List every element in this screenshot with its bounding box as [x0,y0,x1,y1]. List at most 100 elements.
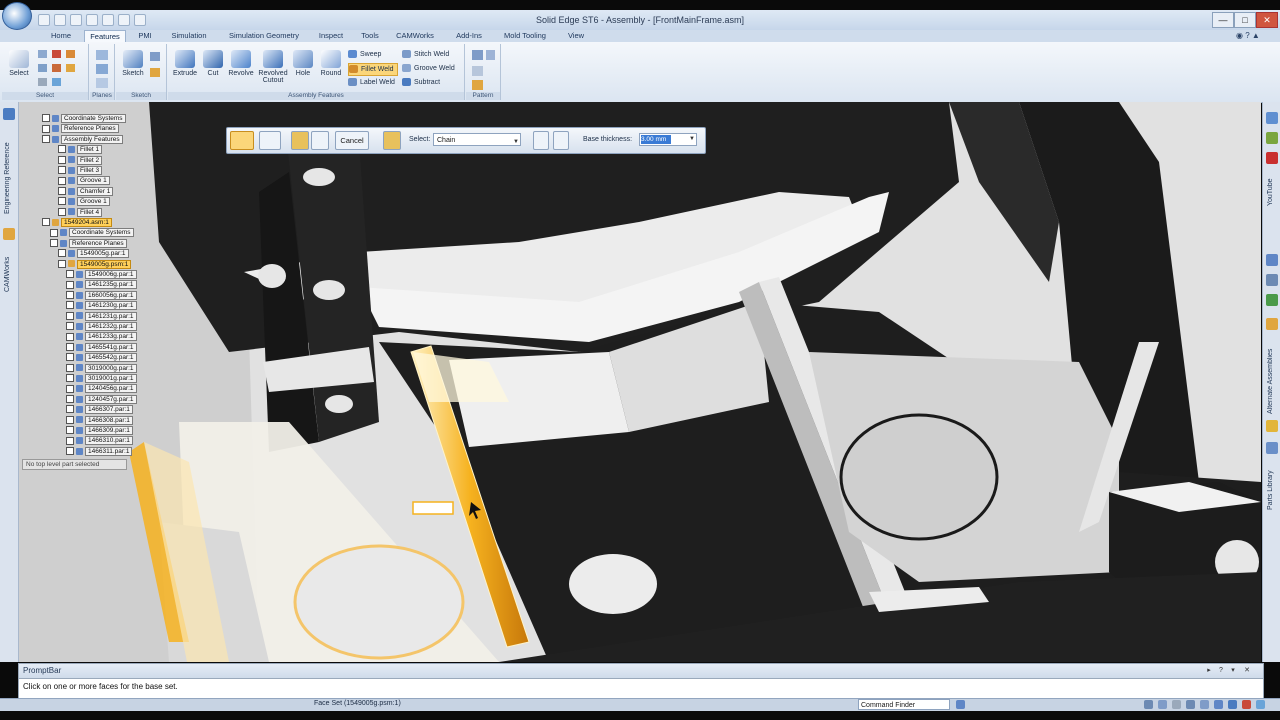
tree-item[interactable]: Chamfer 1 [58,186,114,196]
tree-item[interactable]: Fillet 3 [58,166,103,175]
tab-camworks[interactable]: CAMWorks [394,30,436,42]
reset-icon[interactable] [311,131,329,150]
show-icon[interactable] [66,64,75,72]
tab-simulation-geometry[interactable]: Simulation Geometry [222,30,306,42]
cancel-button[interactable]: Cancel [335,131,369,150]
docking-icon-1[interactable] [1266,112,1278,124]
tree-item[interactable]: 1549204.asm:1 [42,218,112,227]
checkbox-icon[interactable] [50,228,58,237]
checkbox-icon[interactable] [58,197,66,206]
checkbox-icon[interactable] [50,239,58,248]
pan-icon[interactable] [1214,700,1223,709]
redo-icon[interactable] [70,14,82,26]
checkbox-icon[interactable] [66,343,74,352]
tab-youtube[interactable]: YouTube [1267,168,1274,206]
grid-icon[interactable] [1266,274,1278,286]
fillet-weld-button[interactable]: Fillet Weld [348,63,398,76]
select-mode-icon[interactable] [383,131,401,150]
zoom-area-icon[interactable] [1186,700,1195,709]
checkbox-icon[interactable] [58,176,66,185]
pick-icon[interactable] [38,64,47,72]
tree-item[interactable]: Fillet 2 [58,155,103,165]
options-button[interactable] [259,131,281,150]
checkbox-icon[interactable] [66,447,74,456]
folder-icon[interactable] [1266,420,1278,432]
tree-item[interactable]: 1461235g.par:1 [66,280,137,290]
new-icon[interactable] [118,14,130,26]
graphics-window[interactable]: bdt [19,102,1261,662]
revolve-button[interactable]: Revolve [226,48,256,92]
parallel-plane-icon[interactable] [96,78,108,88]
subtract-button[interactable]: Subtract [402,77,440,88]
record-icon[interactable] [1242,700,1251,709]
prompt-close-icon[interactable]: ✕ [1243,667,1251,675]
fit-icon[interactable] [1200,700,1209,709]
tree-item[interactable]: Coordinate Systems [50,228,134,238]
tree-item[interactable]: 1466311.par:1 [66,446,133,456]
sweep-button[interactable]: Sweep [348,49,381,60]
globe-icon[interactable] [1266,294,1278,306]
checkbox-icon[interactable] [66,415,74,424]
tree-item[interactable]: 1465541g.par:1 [66,342,137,352]
checkbox-icon[interactable] [66,405,74,414]
project-icon[interactable] [150,52,160,61]
zoom-icon[interactable] [38,50,47,58]
accept-selection-icon[interactable] [533,131,549,150]
filter-icon[interactable] [66,50,75,58]
cut-button[interactable]: Cut [198,48,228,92]
checkbox-icon[interactable] [58,187,66,196]
checkbox-icon[interactable] [58,249,66,258]
accept-icon[interactable] [291,131,309,150]
revolved-cutout-button[interactable]: Revolved Cutout [256,48,290,92]
intersect-icon[interactable] [150,68,160,77]
tree-item[interactable]: 1466307.par:1 [66,405,133,415]
prompt-help-icon[interactable]: ? [1217,667,1225,675]
layers-icon[interactable] [1266,254,1278,266]
checkbox-icon[interactable] [66,436,74,445]
checkbox-icon[interactable] [58,155,66,164]
checkbox-icon[interactable] [58,145,66,154]
plane-icon[interactable] [96,50,108,60]
tree-item[interactable]: Fillet 1 [58,145,103,155]
label-weld-button[interactable]: Label Weld [348,77,395,88]
tree-item[interactable]: 1461233g.par:1 [66,332,137,342]
layer-icon[interactable] [52,78,61,86]
hole-button[interactable]: Hole [288,48,318,92]
tree-item[interactable]: 1660056g.par:1 [66,290,137,300]
checkbox-icon[interactable] [42,218,50,227]
help-icon[interactable]: ◉ ? ▲ [1236,31,1260,40]
print-icon[interactable] [86,14,98,26]
checkbox-icon[interactable] [42,114,50,123]
close-button[interactable]: ✕ [1256,12,1278,28]
tree-item[interactable]: 1461231g.par:1 [66,311,137,321]
pathfinder-tree[interactable]: Coordinate Systems Reference Planes Assemb… [20,114,170,464]
groove-weld-button[interactable]: Groove Weld [402,63,455,74]
tab-home[interactable]: Home [46,30,76,42]
tree-item[interactable]: 1549005g.par:1 [58,249,129,259]
tab-add-ins[interactable]: Add-Ins [452,30,486,42]
checkbox-icon[interactable] [66,363,74,372]
maximize-button[interactable]: □ [1234,12,1256,28]
tab-simulation[interactable]: Simulation [166,30,212,42]
rotate-icon[interactable] [1228,700,1237,709]
checkbox-icon[interactable] [58,207,66,216]
checkbox-icon[interactable] [42,124,50,133]
checkbox-icon[interactable] [66,332,74,341]
tree-item[interactable]: Fillet 4 [58,207,103,217]
tree-item[interactable]: 1461232g.par:1 [66,322,137,331]
open-icon[interactable] [102,14,114,26]
quick-access-more-icon[interactable] [134,14,146,26]
save-icon[interactable] [38,14,50,26]
deselect-icon[interactable] [553,131,569,150]
thickness-input[interactable]: 3.00 mm ▼ [639,133,697,146]
tab-alternate-assemblies[interactable]: Alternate Assemblies [1267,334,1274,414]
checkbox-icon[interactable] [66,280,74,289]
checkbox-icon[interactable] [66,426,74,435]
tree-item[interactable]: 3019000g.par:1 [66,363,137,373]
command-finder-search-icon[interactable] [956,700,965,709]
sketch-view-icon[interactable] [1256,700,1265,709]
checkbox-icon[interactable] [66,384,74,393]
tab-view[interactable]: View [562,30,590,42]
tree-item[interactable]: 1240457g.par:1 [66,394,137,404]
application-button[interactable] [2,2,32,30]
